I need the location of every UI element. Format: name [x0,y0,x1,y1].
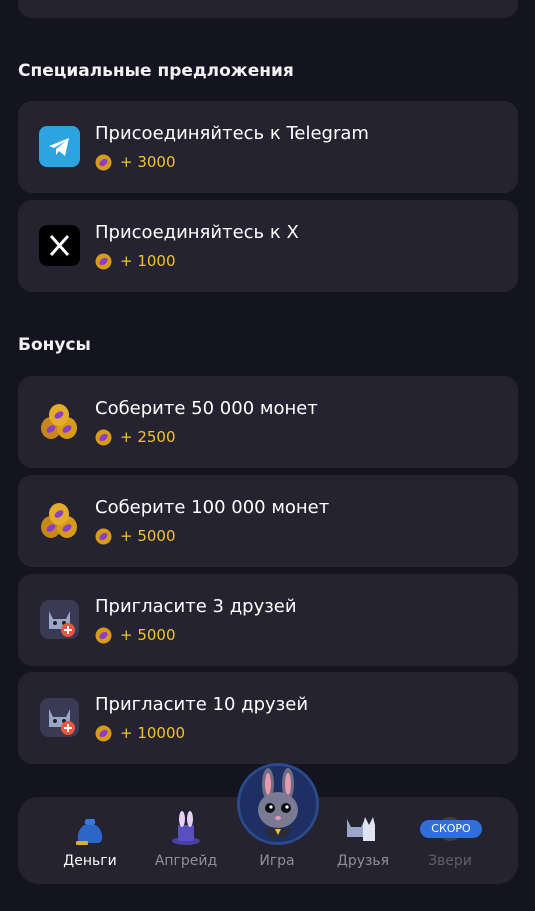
task-card-invite-3[interactable]: Пригласите 3 друзей + 5000 [18,574,518,666]
task-card-collect-100000[interactable]: Соберите 100 000 монет + 5000 [18,475,518,567]
invite-friends-icon [39,599,80,640]
task-title: Пригласите 10 друзей [95,694,309,715]
task-card-invite-10[interactable]: Пригласите 10 друзей + 10000 [18,672,518,764]
reward-value: + 5000 [120,626,176,644]
reward-value: + 1000 [120,252,176,270]
nav-label: Звери [428,853,472,869]
coins-icon [39,500,80,541]
magic-hat-icon [172,811,200,845]
task-reward: + 2500 [95,428,176,446]
nav-label: Деньги [63,853,117,869]
task-card-telegram[interactable]: Присоединяйтесь к Telegram + 3000 [18,101,518,193]
previous-card [18,0,518,18]
task-reward: + 10000 [95,724,185,742]
money-bag-icon [76,819,103,845]
coin-icon [95,429,112,445]
task-reward: + 3000 [95,153,176,171]
task-card-collect-50000[interactable]: Соберите 50 000 монет + 2500 [18,376,518,468]
coin-icon [95,627,112,643]
reward-value: + 5000 [120,527,176,545]
x-icon [39,225,80,266]
nav-item-upgrade[interactable]: Апгрейд [154,797,218,884]
task-title: Присоединяйтесь к X [95,222,299,243]
reward-value: + 2500 [120,428,176,446]
nav-item-friends[interactable]: Друзья [331,797,395,884]
nav-label: Игра [259,853,295,869]
section-title-bonuses: Бонусы [18,335,91,355]
task-title: Соберите 100 000 монет [95,497,330,518]
reward-value: + 3000 [120,153,176,171]
task-title: Присоединяйтесь к Telegram [95,123,369,144]
telegram-icon [39,126,80,167]
task-title: Пригласите 3 друзей [95,596,297,617]
task-reward: + 5000 [95,626,176,644]
friends-icon [347,817,375,841]
section-title-special: Специальные предложения [18,61,294,81]
nav-item-money[interactable]: Деньги [58,797,122,884]
game-avatar-button[interactable] [237,763,319,845]
soon-badge: СКОРО [420,820,482,838]
coin-icon [95,725,112,741]
coin-icon [95,528,112,544]
nav-item-animals: Звери [418,797,482,884]
nav-label: Апгрейд [154,853,218,869]
task-reward: + 1000 [95,252,176,270]
task-reward: + 5000 [95,527,176,545]
coin-icon [95,154,112,170]
task-title: Соберите 50 000 монет [95,398,318,419]
coins-icon [39,401,80,442]
reward-value: + 10000 [120,724,186,742]
coin-icon [95,253,112,269]
nav-label: Друзья [336,853,390,869]
task-card-x[interactable]: Присоединяйтесь к X + 1000 [18,200,518,292]
invite-friends-icon [39,697,80,738]
bunny-avatar-icon [240,766,316,842]
